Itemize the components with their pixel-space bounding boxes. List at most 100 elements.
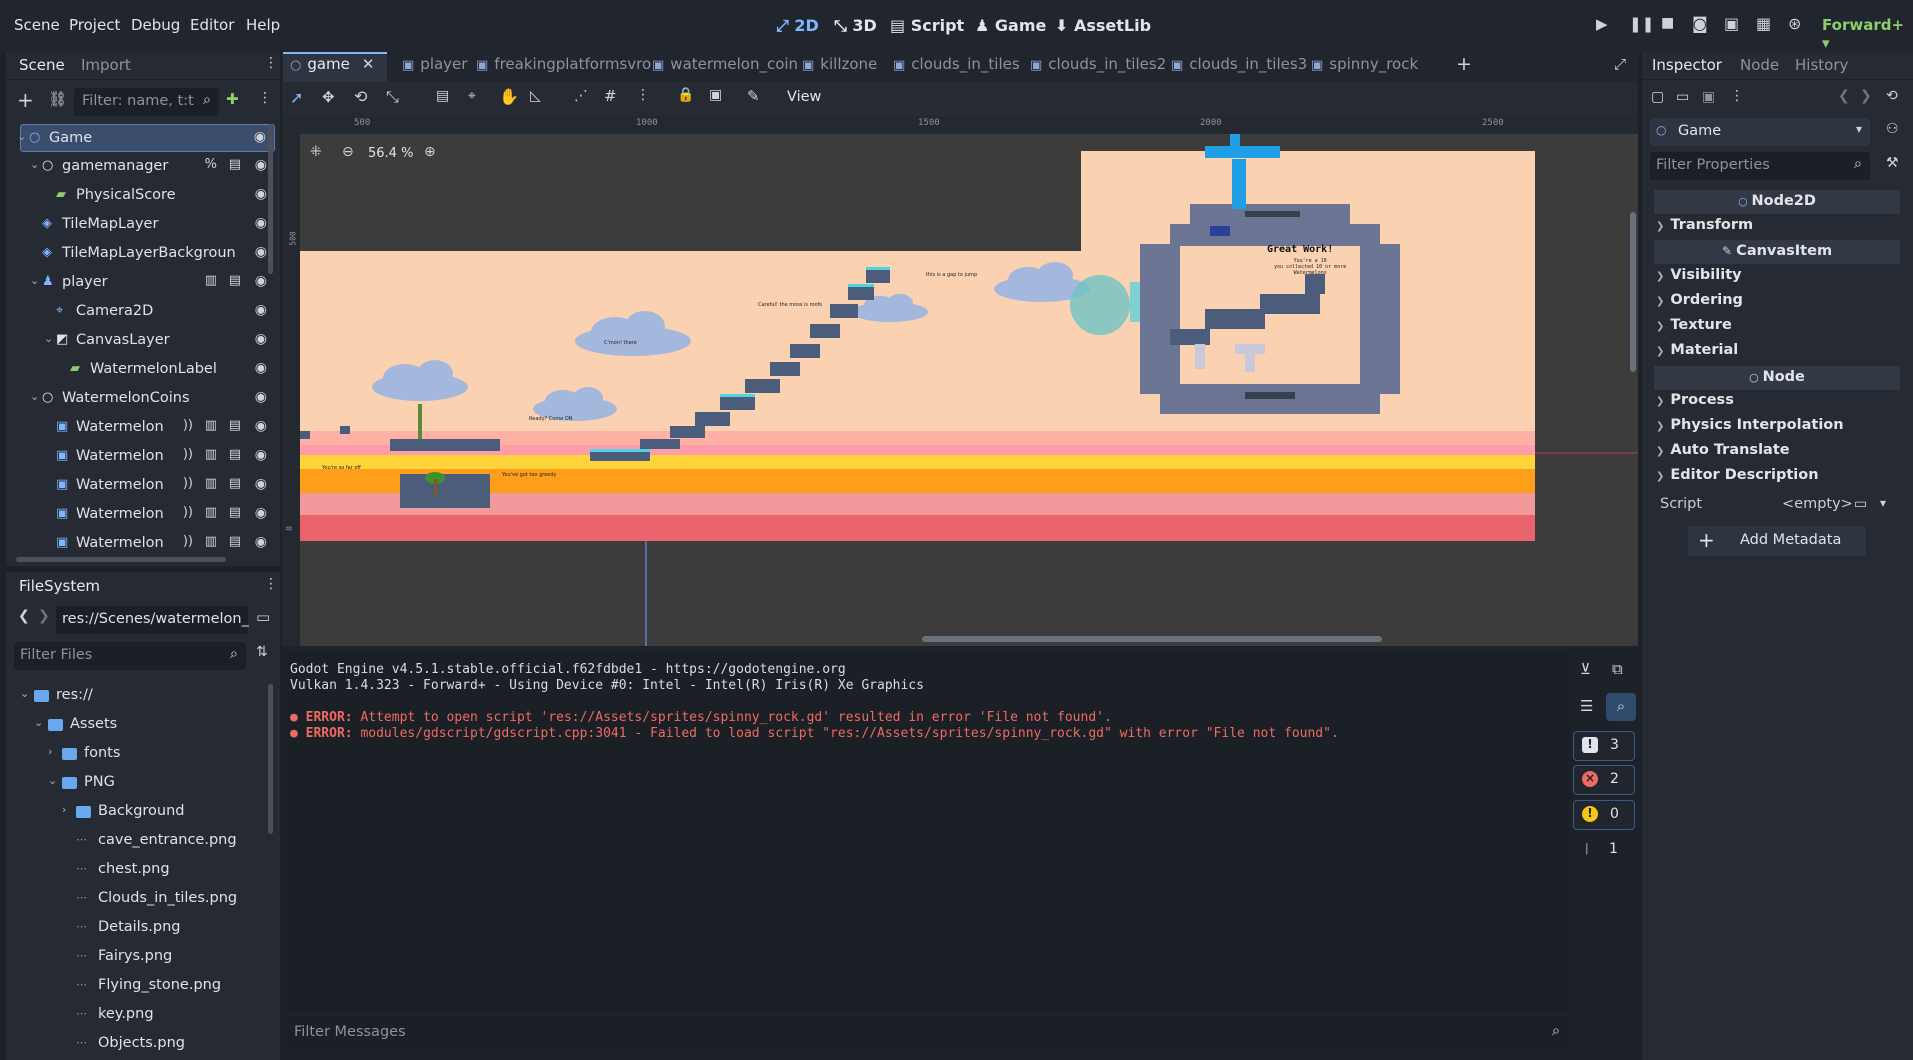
script-icon[interactable]: ▤ bbox=[229, 157, 241, 172]
group-physics-interpolation[interactable]: ❯ Physics Interpolation bbox=[1656, 417, 1844, 433]
signal-icon[interactable]: )) bbox=[183, 447, 193, 462]
scene-node-row[interactable]: ▣ Watermelon ▤ ▥)) ◉ bbox=[20, 501, 275, 529]
file-row[interactable]: ⋯ key.png bbox=[20, 1001, 265, 1029]
back-icon[interactable]: ❮ bbox=[18, 608, 30, 624]
split-view-icon[interactable]: ▭ bbox=[256, 608, 270, 626]
scene-tab[interactable]: ▣ clouds_in_tiles bbox=[893, 55, 1020, 73]
clapper-icon[interactable]: ▥ bbox=[205, 447, 217, 462]
viewport-hscrollbar[interactable] bbox=[922, 636, 1382, 642]
file-row[interactable]: ⋯ cave_entrance.png bbox=[20, 827, 265, 855]
distraction-free-icon[interactable]: ⤢ bbox=[1614, 55, 1626, 73]
workspace-assetlib-button[interactable]: ⬇ AssetLib bbox=[1055, 16, 1151, 35]
expand-arrow-icon[interactable]: ⌄ bbox=[44, 332, 53, 345]
kebab-menu-icon[interactable]: ⋮ bbox=[1730, 88, 1744, 104]
script-icon[interactable]: ▤ bbox=[229, 273, 241, 288]
zoom-level[interactable]: 56.4 % bbox=[368, 146, 413, 161]
file-row[interactable]: ⋯ chest.png bbox=[20, 856, 265, 884]
stop-icon[interactable]: ■ bbox=[1661, 15, 1674, 31]
play-custom-scene-icon[interactable]: ▦ bbox=[1756, 14, 1771, 33]
close-tab-icon[interactable]: ✕ bbox=[362, 55, 375, 73]
scene-node-row[interactable]: ▰ WatermelonLabel ◉ bbox=[20, 356, 275, 384]
zoom-out-icon[interactable]: ⊖ bbox=[342, 144, 354, 160]
group-visibility[interactable]: ❯ Visibility bbox=[1656, 267, 1742, 283]
visibility-eye-icon[interactable]: ◉ bbox=[255, 273, 267, 289]
kebab-menu-icon[interactable]: ⋮ bbox=[264, 55, 278, 71]
add-node-icon[interactable]: + bbox=[17, 88, 34, 112]
menu-debug[interactable]: Debug bbox=[131, 16, 180, 34]
play-scene-icon[interactable]: ▣ bbox=[1724, 14, 1739, 33]
script-property-value[interactable]: <empty> bbox=[1782, 496, 1853, 512]
add-metadata-button[interactable]: + Add Metadata bbox=[1688, 526, 1866, 556]
script-icon[interactable]: ▤ bbox=[229, 418, 241, 433]
scene-filter-input[interactable]: Filter: name, t:t ⌕ bbox=[74, 88, 219, 116]
folder-row[interactable]: ⌄ PNG bbox=[20, 769, 265, 797]
group-process[interactable]: ❯ Process bbox=[1656, 392, 1734, 408]
instance-link-icon[interactable]: ⛓ bbox=[48, 90, 67, 108]
scene-tree-scrollbar[interactable] bbox=[268, 124, 273, 274]
visibility-eye-icon[interactable]: ◉ bbox=[255, 534, 267, 550]
scene-node-row[interactable]: ◈ TileMapLayerBackgroun ◉ bbox=[20, 240, 275, 268]
grid-snap-icon[interactable]: # bbox=[604, 87, 617, 105]
scene-tab[interactable]: ▣ killzone bbox=[802, 55, 877, 73]
group-ordering[interactable]: ❯ Ordering bbox=[1656, 292, 1743, 308]
lock-icon[interactable]: 🔒 bbox=[677, 87, 694, 103]
workspace-game-button[interactable]: ♟ Game bbox=[975, 16, 1046, 35]
collapse-icon[interactable]: ☰ bbox=[1580, 697, 1593, 715]
signal-icon[interactable]: )) bbox=[183, 505, 193, 520]
workspace-script-button[interactable]: ▤ Script bbox=[890, 16, 964, 35]
object-properties-icon[interactable]: ⚇ bbox=[1886, 121, 1899, 137]
move-mode-icon[interactable]: ✥ bbox=[322, 88, 335, 106]
zoom-in-icon[interactable]: ⊕ bbox=[424, 144, 436, 160]
bone-icon[interactable]: ✎ bbox=[747, 87, 760, 105]
forward-icon[interactable]: ❯ bbox=[1860, 88, 1872, 104]
visibility-eye-icon[interactable]: ◉ bbox=[255, 215, 267, 231]
group-editor-description[interactable]: ❯ Editor Description bbox=[1656, 467, 1819, 483]
signal-icon[interactable]: )) bbox=[183, 476, 193, 491]
scene-tab[interactable]: ○ game ✕ bbox=[290, 55, 374, 73]
inspector-filter-input[interactable]: Filter Properties ⌕ bbox=[1650, 152, 1870, 180]
movie-maker-icon[interactable]: ⊛ bbox=[1788, 14, 1801, 33]
expand-arrow-icon[interactable]: ⌄ bbox=[17, 130, 26, 143]
visibility-eye-icon[interactable]: ◉ bbox=[255, 186, 267, 202]
group-transform[interactable]: ❯ Transform bbox=[1656, 217, 1753, 233]
viewport-vscrollbar[interactable] bbox=[1630, 212, 1636, 372]
visibility-eye-icon[interactable]: ◉ bbox=[255, 505, 267, 521]
clapper-icon[interactable]: ▥ bbox=[205, 418, 217, 433]
clapper-icon[interactable]: ▥ bbox=[205, 273, 217, 288]
canvas-viewport[interactable]: 500 1000 1500 2000 2500 500 0 Great Work… bbox=[282, 116, 1638, 646]
visibility-eye-icon[interactable]: ◉ bbox=[255, 157, 267, 173]
visibility-eye-icon[interactable]: ◉ bbox=[255, 418, 267, 434]
visibility-eye-icon[interactable]: ◉ bbox=[254, 129, 266, 145]
scene-node-row[interactable]: ▣ Watermelon ▤ ▥)) ◉ bbox=[20, 472, 275, 500]
load-script-icon[interactable]: ▭ bbox=[1854, 496, 1867, 512]
visibility-eye-icon[interactable]: ◉ bbox=[255, 360, 267, 376]
rotate-mode-icon[interactable]: ⟲ bbox=[354, 87, 367, 106]
signal-icon[interactable]: )) bbox=[183, 534, 193, 549]
group-texture[interactable]: ❯ Texture bbox=[1656, 317, 1732, 333]
file-row[interactable]: ⋯ Objects.png bbox=[20, 1030, 265, 1058]
scale-mode-icon[interactable]: ⤡ bbox=[386, 87, 399, 107]
menu-project[interactable]: Project bbox=[69, 16, 120, 34]
menu-scene[interactable]: Scene bbox=[14, 16, 60, 34]
visibility-eye-icon[interactable]: ◉ bbox=[255, 302, 267, 318]
visibility-eye-icon[interactable]: ◉ bbox=[255, 447, 267, 463]
tab-node[interactable]: Node bbox=[1740, 56, 1779, 74]
file-row[interactable]: ⋯ Clouds_in_tiles.png bbox=[20, 885, 265, 913]
remote-debug-icon[interactable]: ◙ bbox=[1692, 14, 1708, 33]
filter-editor-toggle[interactable]: ǀ 1 bbox=[1573, 836, 1635, 866]
tab-scene[interactable]: Scene bbox=[19, 56, 65, 74]
workspace-2d-button[interactable]: ⤢ 2D bbox=[776, 16, 819, 36]
pan-mode-icon[interactable]: ✋ bbox=[499, 87, 519, 106]
script-icon[interactable]: ▤ bbox=[229, 534, 241, 549]
file-row[interactable]: ⋯ Details.png bbox=[20, 914, 265, 942]
scene-node-row[interactable]: ⌄ ○ gamemanager ▤% ◉ bbox=[20, 153, 275, 181]
clear-output-icon[interactable]: ⊻ bbox=[1580, 660, 1591, 678]
attach-script-icon[interactable]: ✚ bbox=[226, 90, 239, 108]
smart-snap-icon[interactable]: ⋰ bbox=[574, 88, 588, 104]
sort-icon[interactable]: ⇅ bbox=[256, 644, 268, 660]
file-row[interactable]: ⋯ Fairys.png bbox=[20, 943, 265, 971]
scene-node-row[interactable]: ⌄ ○ WatermelonCoins ◉ bbox=[20, 385, 275, 413]
clapper-icon[interactable]: ▥ bbox=[205, 505, 217, 520]
copy-output-icon[interactable]: ⧉ bbox=[1612, 660, 1623, 678]
clapper-icon[interactable]: ▥ bbox=[205, 534, 217, 549]
